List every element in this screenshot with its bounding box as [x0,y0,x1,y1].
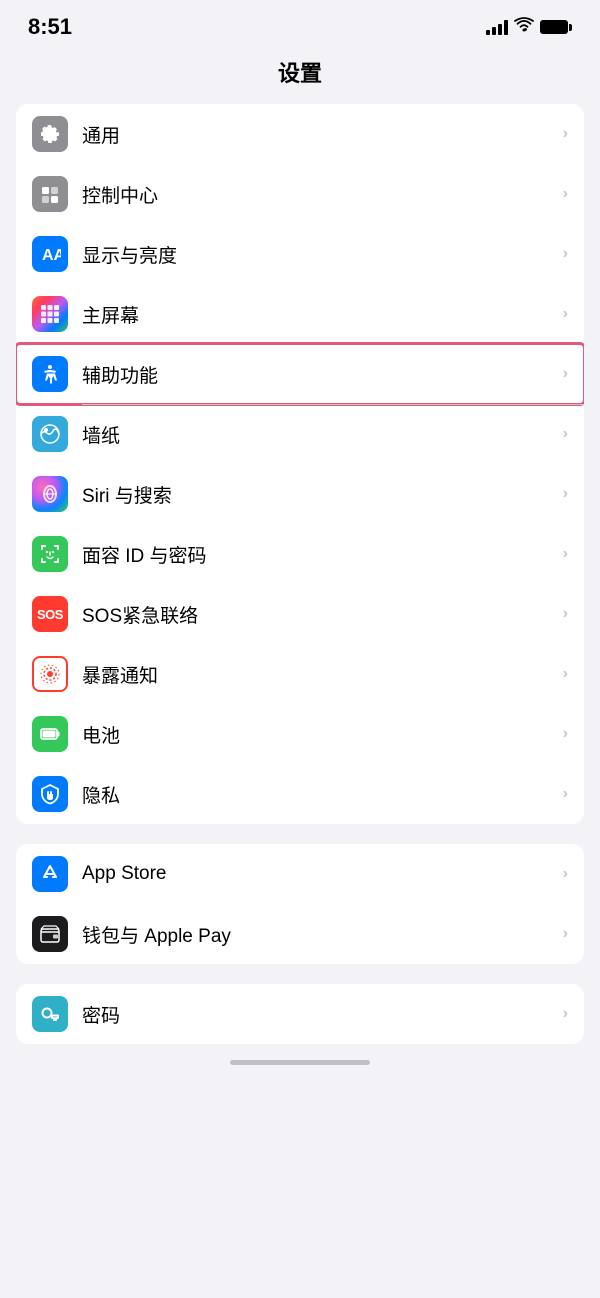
face-id-icon [32,536,68,572]
privacy-icon [32,776,68,812]
wifi-icon [514,17,534,38]
chevron-icon: › [563,545,568,563]
chevron-icon: › [563,245,568,263]
settings-group-2: App Store › 钱包与 Apple Pay › [16,844,584,964]
chevron-icon: › [563,785,568,803]
sidebar-item-privacy[interactable]: 隐私 › [16,764,584,824]
settings-group-1: 通用 › 控制中心 › AA 显示与亮度 › [16,104,584,824]
passwords-label: 密码 [82,1001,563,1028]
display-label: 显示与亮度 [82,241,563,268]
wallet-label: 钱包与 Apple Pay [82,921,563,948]
home-indicator [0,1044,600,1073]
sidebar-item-passwords[interactable]: 密码 › [16,984,584,1044]
control-center-label: 控制中心 [82,181,563,208]
sidebar-item-wallet[interactable]: 钱包与 Apple Pay › [16,904,584,964]
chevron-icon: › [563,305,568,323]
toggle-icon [32,176,68,212]
chevron-icon: › [563,725,568,743]
sidebar-item-sos[interactable]: SOS SOS紧急联络 › [16,584,584,644]
general-label: 通用 [82,121,563,148]
chevron-icon: › [563,865,568,883]
sidebar-item-general[interactable]: 通用 › [16,104,584,164]
face-id-label: 面容 ID 与密码 [82,541,563,568]
chevron-icon: › [563,665,568,683]
display-icon: AA [32,236,68,272]
status-icons [486,17,572,38]
home-screen-icon [32,296,68,332]
accessibility-label: 辅助功能 [82,361,563,388]
exposure-icon [32,656,68,692]
battery-label: 电池 [82,721,563,748]
chevron-icon: › [563,1005,568,1023]
sos-label: SOS紧急联络 [82,601,563,628]
sidebar-item-control-center[interactable]: 控制中心 › [16,164,584,224]
sidebar-item-display[interactable]: AA 显示与亮度 › [16,224,584,284]
gear-icon [32,116,68,152]
status-time: 8:51 [28,14,72,40]
accessibility-icon [32,356,68,392]
sos-icon: SOS [32,596,68,632]
home-bar [230,1060,370,1065]
siri-label: Siri 与搜索 [82,481,563,508]
chevron-icon: › [563,365,568,383]
chevron-icon: › [563,185,568,203]
chevron-icon: › [563,605,568,623]
page-title: 设置 [0,56,600,88]
battery-icon [540,20,572,34]
siri-icon [32,476,68,512]
sidebar-item-exposure[interactable]: 暴露通知 › [16,644,584,704]
sidebar-item-face-id[interactable]: 面容 ID 与密码 › [16,524,584,584]
chevron-icon: › [563,425,568,443]
sidebar-item-wallpaper[interactable]: 墙纸 › [16,404,584,464]
signal-icon [486,19,508,35]
status-bar: 8:51 [0,0,600,48]
settings-group-3: 密码 › [16,984,584,1044]
sidebar-item-siri[interactable]: Siri 与搜索 › [16,464,584,524]
battery-settings-icon [32,716,68,752]
chevron-icon: › [563,925,568,943]
app-store-icon [32,856,68,892]
page-header: 设置 [0,48,600,104]
key-icon [32,996,68,1032]
wallpaper-label: 墙纸 [82,421,563,448]
chevron-icon: › [563,485,568,503]
home-screen-label: 主屏幕 [82,301,563,328]
chevron-icon: › [563,125,568,143]
privacy-label: 隐私 [82,781,563,808]
sidebar-item-battery[interactable]: 电池 › [16,704,584,764]
app-store-label: App Store [82,863,563,885]
sidebar-item-app-store[interactable]: App Store › [16,844,584,904]
sidebar-item-accessibility[interactable]: 辅助功能 › [16,344,584,404]
wallet-icon [32,916,68,952]
wallpaper-icon [32,416,68,452]
svg-text:AA: AA [42,247,61,264]
sidebar-item-home-screen[interactable]: 主屏幕 › [16,284,584,344]
exposure-label: 暴露通知 [82,661,563,688]
